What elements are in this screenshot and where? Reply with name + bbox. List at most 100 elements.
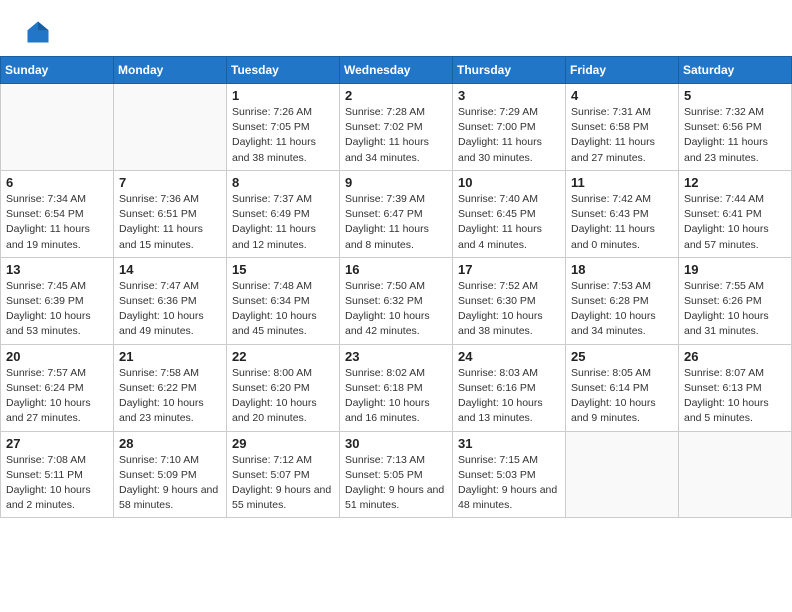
day-info: Sunrise: 7:15 AMSunset: 5:03 PMDaylight:… (458, 453, 560, 514)
calendar-day-cell: 22Sunrise: 8:00 AMSunset: 6:20 PMDayligh… (227, 344, 340, 431)
day-number: 15 (232, 262, 334, 277)
day-number: 12 (684, 175, 786, 190)
day-info: Sunrise: 7:45 AMSunset: 6:39 PMDaylight:… (6, 279, 108, 340)
day-number: 19 (684, 262, 786, 277)
day-number: 3 (458, 88, 560, 103)
page-header (0, 0, 792, 56)
calendar-day-cell: 9Sunrise: 7:39 AMSunset: 6:47 PMDaylight… (340, 170, 453, 257)
calendar-day-cell: 31 Sunrise: 7:15 AMSunset: 5:03 PMDayligh… (453, 431, 566, 518)
day-info: Sunrise: 8:07 AMSunset: 6:13 PMDaylight:… (684, 366, 786, 427)
calendar-day-cell: 6 Sunrise: 7:34 AMSunset: 6:54 PMDaylight… (1, 170, 114, 257)
calendar-day-cell: 14 Sunrise: 7:47 AMSunset: 6:36 PMDayligh… (114, 257, 227, 344)
calendar-day-cell: 3 Sunrise: 7:29 AMSunset: 7:00 PMDaylight… (453, 84, 566, 171)
calendar-week-row: 27 Sunrise: 7:08 AMSunset: 5:11 PMDayligh… (1, 431, 792, 518)
calendar-day-cell: 5Sunrise: 7:32 AMSunset: 6:56 PMDaylight… (679, 84, 792, 171)
day-info: Sunrise: 8:00 AMSunset: 6:20 PMDaylight:… (232, 366, 334, 427)
calendar-day-cell (1, 84, 114, 171)
day-number: 29 (232, 436, 334, 451)
calendar-day-cell: 1 Sunrise: 7:26 AMSunset: 7:05 PMDaylight… (227, 84, 340, 171)
day-info: Sunrise: 7:40 AMSunset: 6:45 PMDaylight:… (458, 192, 560, 253)
calendar-day-cell: 7 Sunrise: 7:36 AMSunset: 6:51 PMDaylight… (114, 170, 227, 257)
calendar-day-cell: 21 Sunrise: 7:58 AMSunset: 6:22 PMDayligh… (114, 344, 227, 431)
day-number: 8 (232, 175, 334, 190)
calendar-day-cell: 30 Sunrise: 7:13 AMSunset: 5:05 PMDayligh… (340, 431, 453, 518)
day-number: 16 (345, 262, 447, 277)
day-info: Sunrise: 7:42 AMSunset: 6:43 PMDaylight:… (571, 192, 673, 253)
weekday-header: Wednesday (340, 57, 453, 84)
day-info: Sunrise: 7:52 AMSunset: 6:30 PMDaylight:… (458, 279, 560, 340)
calendar-day-cell: 26 Sunrise: 8:07 AMSunset: 6:13 PMDayligh… (679, 344, 792, 431)
day-info: Sunrise: 7:57 AMSunset: 6:24 PMDaylight:… (6, 366, 108, 427)
calendar-day-cell: 18Sunrise: 7:53 AMSunset: 6:28 PMDayligh… (566, 257, 679, 344)
calendar-day-cell: 25 Sunrise: 8:05 AMSunset: 6:14 PMDayligh… (566, 344, 679, 431)
calendar-week-row: 1 Sunrise: 7:26 AMSunset: 7:05 PMDaylight… (1, 84, 792, 171)
calendar-day-cell: 10 Sunrise: 7:40 AMSunset: 6:45 PMDayligh… (453, 170, 566, 257)
day-info: Sunrise: 7:29 AMSunset: 7:00 PMDaylight:… (458, 105, 560, 166)
day-info: Sunrise: 7:37 AMSunset: 6:49 PMDaylight:… (232, 192, 334, 253)
day-number: 27 (6, 436, 108, 451)
day-number: 1 (232, 88, 334, 103)
day-info: Sunrise: 7:47 AMSunset: 6:36 PMDaylight:… (119, 279, 221, 340)
day-info: Sunrise: 8:03 AMSunset: 6:16 PMDaylight:… (458, 366, 560, 427)
calendar-day-cell: 20 Sunrise: 7:57 AMSunset: 6:24 PMDayligh… (1, 344, 114, 431)
weekday-header: Friday (566, 57, 679, 84)
calendar-day-cell: 15Sunrise: 7:48 AMSunset: 6:34 PMDayligh… (227, 257, 340, 344)
day-info: Sunrise: 7:44 AMSunset: 6:41 PMDaylight:… (684, 192, 786, 253)
day-number: 23 (345, 349, 447, 364)
calendar-day-cell: 13 Sunrise: 7:45 AMSunset: 6:39 PMDayligh… (1, 257, 114, 344)
day-number: 30 (345, 436, 447, 451)
day-number: 7 (119, 175, 221, 190)
calendar-day-cell (114, 84, 227, 171)
calendar-day-cell: 17 Sunrise: 7:52 AMSunset: 6:30 PMDayligh… (453, 257, 566, 344)
day-number: 31 (458, 436, 560, 451)
day-info: Sunrise: 7:08 AMSunset: 5:11 PMDaylight:… (6, 453, 108, 514)
calendar-day-cell: 16 Sunrise: 7:50 AMSunset: 6:32 PMDayligh… (340, 257, 453, 344)
day-number: 20 (6, 349, 108, 364)
day-info: Sunrise: 8:05 AMSunset: 6:14 PMDaylight:… (571, 366, 673, 427)
day-info: Sunrise: 7:36 AMSunset: 6:51 PMDaylight:… (119, 192, 221, 253)
day-info: Sunrise: 7:31 AMSunset: 6:58 PMDaylight:… (571, 105, 673, 166)
calendar-day-cell (566, 431, 679, 518)
day-info: Sunrise: 7:34 AMSunset: 6:54 PMDaylight:… (6, 192, 108, 253)
calendar-day-cell: 11 Sunrise: 7:42 AMSunset: 6:43 PMDayligh… (566, 170, 679, 257)
day-number: 24 (458, 349, 560, 364)
day-info: Sunrise: 7:32 AMSunset: 6:56 PMDaylight:… (684, 105, 786, 166)
calendar-week-row: 13 Sunrise: 7:45 AMSunset: 6:39 PMDayligh… (1, 257, 792, 344)
calendar-day-cell: 8 Sunrise: 7:37 AMSunset: 6:49 PMDaylight… (227, 170, 340, 257)
day-info: Sunrise: 7:13 AMSunset: 5:05 PMDaylight:… (345, 453, 447, 514)
day-number: 10 (458, 175, 560, 190)
calendar-day-cell: 2Sunrise: 7:28 AMSunset: 7:02 PMDaylight… (340, 84, 453, 171)
calendar-day-cell: 4Sunrise: 7:31 AMSunset: 6:58 PMDaylight… (566, 84, 679, 171)
day-info: Sunrise: 7:55 AMSunset: 6:26 PMDaylight:… (684, 279, 786, 340)
day-info: Sunrise: 7:58 AMSunset: 6:22 PMDaylight:… (119, 366, 221, 427)
day-number: 17 (458, 262, 560, 277)
calendar-table: SundayMondayTuesdayWednesdayThursdayFrid… (0, 56, 792, 518)
calendar-day-cell: 29 Sunrise: 7:12 AMSunset: 5:07 PMDayligh… (227, 431, 340, 518)
day-number: 13 (6, 262, 108, 277)
day-number: 26 (684, 349, 786, 364)
day-number: 6 (6, 175, 108, 190)
calendar-day-cell: 24 Sunrise: 8:03 AMSunset: 6:16 PMDayligh… (453, 344, 566, 431)
weekday-header: Saturday (679, 57, 792, 84)
calendar-day-cell: 23 Sunrise: 8:02 AMSunset: 6:18 PMDayligh… (340, 344, 453, 431)
day-info: Sunrise: 8:02 AMSunset: 6:18 PMDaylight:… (345, 366, 447, 427)
day-number: 21 (119, 349, 221, 364)
day-number: 14 (119, 262, 221, 277)
day-number: 11 (571, 175, 673, 190)
weekday-header: Thursday (453, 57, 566, 84)
calendar-day-cell: 12 Sunrise: 7:44 AMSunset: 6:41 PMDayligh… (679, 170, 792, 257)
logo (24, 18, 56, 46)
calendar-day-cell: 19 Sunrise: 7:55 AMSunset: 6:26 PMDayligh… (679, 257, 792, 344)
day-info: Sunrise: 7:50 AMSunset: 6:32 PMDaylight:… (345, 279, 447, 340)
calendar-day-cell: 27 Sunrise: 7:08 AMSunset: 5:11 PMDayligh… (1, 431, 114, 518)
day-info: Sunrise: 7:26 AMSunset: 7:05 PMDaylight:… (232, 105, 334, 166)
day-info: Sunrise: 7:39 AMSunset: 6:47 PMDaylight:… (345, 192, 447, 253)
calendar-day-cell (679, 431, 792, 518)
day-number: 2 (345, 88, 447, 103)
day-number: 18 (571, 262, 673, 277)
weekday-header: Monday (114, 57, 227, 84)
weekday-header: Sunday (1, 57, 114, 84)
weekday-header-row: SundayMondayTuesdayWednesdayThursdayFrid… (1, 57, 792, 84)
day-info: Sunrise: 7:12 AMSunset: 5:07 PMDaylight:… (232, 453, 334, 514)
day-number: 25 (571, 349, 673, 364)
